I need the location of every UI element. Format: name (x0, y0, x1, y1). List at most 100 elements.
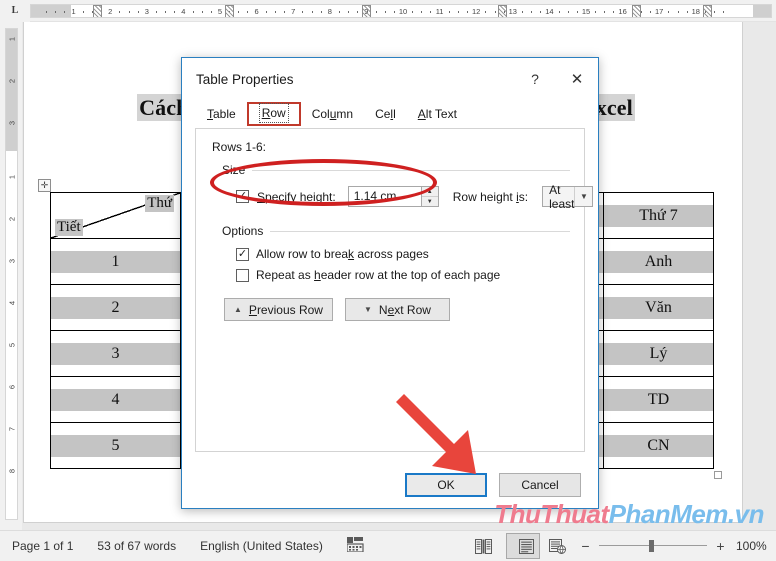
allow-row-break-label: Allow row to break across pages (256, 247, 429, 261)
vruler-tick-label: 3 (7, 120, 16, 126)
table-corner-cell[interactable]: Thứ Tiết (50, 192, 181, 239)
read-mode-icon[interactable] (466, 533, 500, 559)
tab-stop-marker[interactable] (703, 4, 712, 17)
table-properties-dialog[interactable]: Table Properties ? ✕ Table Row Column Ce… (181, 57, 599, 509)
allow-row-break-checkbox[interactable]: ✓ (236, 247, 249, 261)
ruler-minor-tick (155, 10, 157, 13)
row-height-is-select[interactable]: At least ▼ (542, 183, 594, 211)
table-cell[interactable]: TD (603, 376, 714, 423)
dialog-title: Table Properties (196, 71, 294, 87)
close-icon[interactable]: ✕ (556, 64, 598, 94)
ruler-tick-label: 14 (545, 6, 554, 16)
cell-text: Thứ 7 (604, 204, 713, 227)
tab-table[interactable]: Table (196, 105, 247, 126)
options-group-title: Options (222, 224, 264, 238)
corner-label-top: Thứ (145, 195, 174, 212)
vruler-tick-label: 5 (7, 342, 16, 348)
vertical-ruler-track[interactable]: 3 2 1 1 2 3 4 5 6 7 8 (5, 28, 18, 520)
table-cell[interactable]: CN (603, 422, 714, 469)
repeat-header-checkbox[interactable]: ✓ (236, 268, 249, 282)
ruler-minor-tick (576, 10, 578, 13)
table-cell[interactable]: Lý (603, 330, 714, 377)
row-height-is-value: At least (549, 182, 575, 211)
spinner-down-icon[interactable]: ▼ (422, 197, 438, 206)
tab-alt-text[interactable]: Alt Text (407, 105, 468, 126)
page-indicator[interactable]: Page 1 of 1 (0, 539, 85, 553)
web-layout-icon[interactable] (540, 533, 574, 559)
tab-stop-marker[interactable] (632, 4, 641, 17)
watermark-part-1: ThuThuat (494, 499, 609, 529)
word-count[interactable]: 53 of 67 words (85, 539, 188, 553)
zoom-out-button[interactable]: − (580, 538, 591, 554)
zoom-slider-track[interactable] (599, 539, 707, 553)
dialog-tab-strip[interactable]: Table Row Column Cell Alt Text (182, 100, 598, 126)
ruler-minor-tick (311, 10, 313, 13)
ruler-minor-tick (238, 10, 240, 13)
height-input[interactable]: 1.14 cm (347, 186, 422, 207)
ruler-minor-tick (640, 10, 642, 13)
table-cell-index[interactable]: 4 (50, 376, 181, 423)
ruler-minor-tick (338, 10, 340, 13)
table-cell-index[interactable]: 2 (50, 284, 181, 331)
vertical-ruler-ticks: 3 2 1 1 2 3 4 5 6 7 8 (6, 29, 17, 519)
language-indicator[interactable]: English (United States) (188, 539, 335, 553)
previous-row-button[interactable]: ▲ Previous Row (224, 298, 333, 321)
tab-stop-marker[interactable] (362, 4, 371, 17)
spinner-up-icon[interactable]: ▲ (421, 187, 438, 197)
ruler-tick-label: 11 (435, 6, 444, 16)
horizontal-ruler-track[interactable]: 123456789101112131415161718 (30, 3, 772, 18)
vertical-ruler[interactable]: 3 2 1 1 2 3 4 5 6 7 8 (0, 22, 22, 530)
accessibility-checker-icon[interactable] (335, 537, 376, 555)
ruler-minor-tick (457, 10, 459, 13)
height-spinner-buttons[interactable]: ▲ ▼ (421, 186, 439, 207)
tab-selector-button[interactable]: L (0, 0, 30, 22)
zoom-level[interactable]: 100% (736, 539, 776, 553)
ruler-minor-tick (540, 10, 542, 13)
dialog-title-bar[interactable]: Table Properties ? ✕ (182, 58, 598, 100)
ruler-minor-tick (274, 10, 276, 13)
help-icon[interactable]: ? (514, 64, 556, 94)
horizontal-ruler-ticks: 123456789101112131415161718 (31, 5, 771, 17)
table-header-cell[interactable]: Thứ 7 (603, 192, 714, 239)
table-cell-index[interactable]: 3 (50, 330, 181, 377)
next-row-button[interactable]: ▼ Next Row (344, 298, 450, 321)
tab-stop-marker[interactable] (225, 4, 234, 17)
ruler-minor-tick (201, 10, 203, 13)
tab-row[interactable]: Row (246, 102, 301, 126)
horizontal-ruler[interactable]: L 123456789101112131415161718 (0, 0, 776, 22)
status-bar[interactable]: Page 1 of 1 53 of 67 words English (Unit… (0, 530, 776, 561)
table-cell[interactable]: Anh (603, 238, 714, 285)
table-cell-index[interactable]: 1 (50, 238, 181, 285)
ruler-minor-tick (302, 10, 304, 13)
tab-column[interactable]: Column (301, 105, 364, 126)
ruler-tick-label: 3 (144, 6, 149, 16)
ruler-minor-tick (723, 10, 725, 13)
tab-stop-marker[interactable] (93, 4, 102, 17)
ruler-minor-tick (650, 10, 652, 13)
ruler-minor-tick (448, 10, 450, 13)
zoom-in-button[interactable]: + (715, 538, 726, 554)
chevron-down-icon[interactable]: ▼ (574, 187, 592, 206)
ruler-minor-tick (320, 10, 322, 13)
cancel-button[interactable]: Cancel (499, 473, 581, 497)
ruler-minor-tick (485, 10, 487, 13)
ruler-minor-tick (393, 10, 395, 13)
table-move-handle[interactable]: ✛ (38, 179, 51, 192)
ruler-tick-label: 4 (181, 6, 186, 16)
ruler-minor-tick (55, 10, 57, 13)
table-resize-handle[interactable] (714, 471, 722, 479)
specify-height-checkbox[interactable]: ✓ (236, 190, 249, 203)
zoom-slider-knob[interactable] (649, 540, 654, 552)
ruler-minor-tick (265, 10, 267, 13)
table-cell[interactable]: Văn (603, 284, 714, 331)
tab-cell[interactable]: Cell (364, 105, 407, 126)
print-layout-icon[interactable] (506, 533, 540, 559)
height-stepper[interactable]: 1.14 cm ▲ ▼ (347, 186, 439, 207)
cell-text: Anh (604, 250, 713, 273)
zoom-slider[interactable]: − + (574, 538, 736, 554)
ruler-tick-label: 16 (618, 6, 627, 16)
tab-stop-marker[interactable] (498, 4, 507, 17)
table-cell-index[interactable]: 5 (50, 422, 181, 469)
ruler-minor-tick (677, 10, 679, 13)
ruler-tick-label: 13 (508, 6, 517, 16)
